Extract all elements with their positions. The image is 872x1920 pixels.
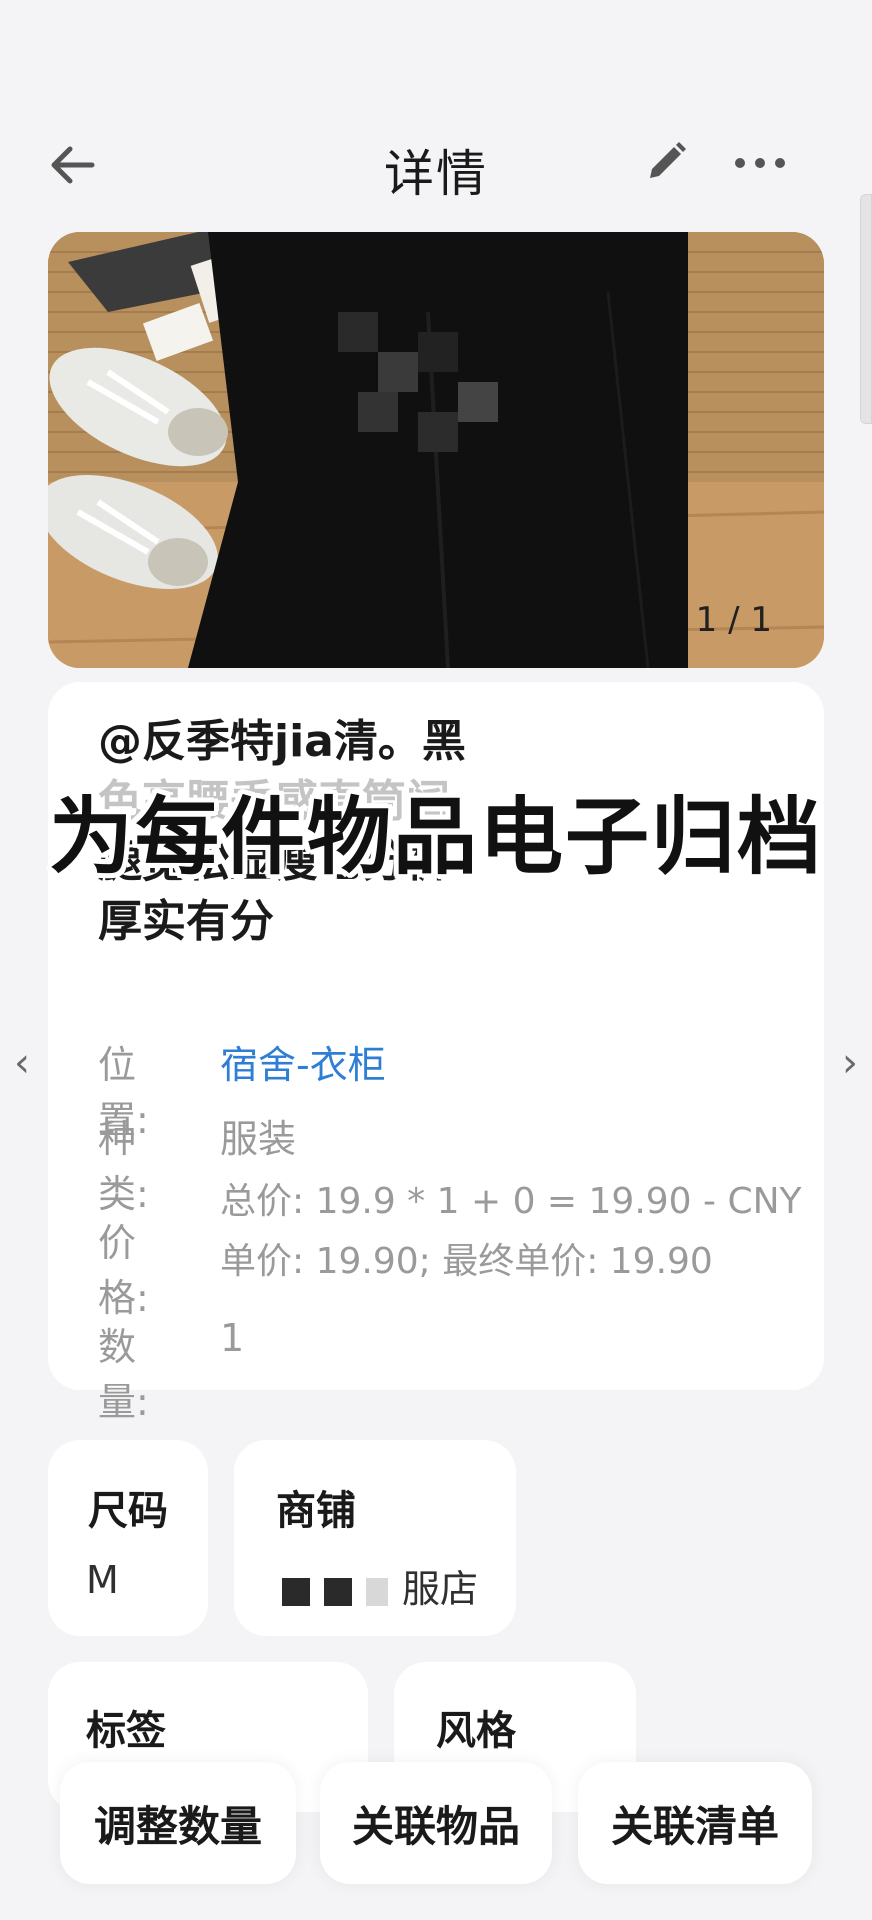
edit-button[interactable] <box>640 138 690 188</box>
size-value: M <box>86 1558 119 1602</box>
shop-label: 商铺 <box>276 1488 356 1534</box>
size-label: 尺码 <box>88 1488 168 1534</box>
side-drawer-handle[interactable] <box>860 194 872 424</box>
size-card[interactable]: 尺码 M <box>48 1440 208 1636</box>
more-options-button[interactable] <box>730 138 790 188</box>
price-total: 总价: 19.9 * 1 + 0 = 19.90 - CNY <box>220 1181 802 1222</box>
adjust-quantity-button[interactable]: 调整数量 <box>60 1762 296 1884</box>
more-dots-icon <box>735 158 785 168</box>
shop-value-text: 服店 <box>402 1567 479 1611</box>
quantity-label: 数量: <box>98 1325 149 1424</box>
item-title-line: @反季特jia清。黑 <box>98 716 466 767</box>
redacted-block <box>366 1577 388 1606</box>
category-label: 种类: <box>98 1117 149 1216</box>
shop-value: 服店 <box>282 1558 478 1613</box>
price-unit: 单价: 19.90; 最终单价: 19.90 <box>220 1241 713 1282</box>
category-value: 服装 <box>220 1117 297 1161</box>
price-label: 价格: <box>98 1221 149 1320</box>
item-title-line: 厚实有分 <box>98 896 274 947</box>
next-item-arrow-icon[interactable]: › <box>842 1040 858 1086</box>
item-detail-page: 详情 1 / 1 @反季特jia清。黑 色高腰垂感直筒阔 腿宽松显瘦七分裤 厚实… <box>0 0 872 1920</box>
location-value-link[interactable]: 宿舍-衣柜 <box>220 1034 386 1089</box>
link-item-button[interactable]: 关联物品 <box>320 1762 552 1884</box>
link-list-button[interactable]: 关联清单 <box>578 1762 812 1884</box>
top-app-bar: 详情 <box>0 120 872 210</box>
redacted-block <box>324 1577 352 1606</box>
tags-label: 标签 <box>86 1708 166 1754</box>
redacted-block <box>282 1577 310 1606</box>
item-photo[interactable]: 1 / 1 <box>48 232 824 668</box>
price-details: 总价: 19.9 * 1 + 0 = 19.90 - CNY 单价: 19.90… <box>220 1172 802 1292</box>
overlay-caption: 为每件物品电子归档 <box>48 788 823 886</box>
photo-counter: 1 / 1 <box>695 600 772 640</box>
shop-card[interactable]: 商铺 服店 <box>234 1440 516 1636</box>
pencil-icon <box>650 142 686 178</box>
style-label: 风格 <box>436 1708 516 1754</box>
prev-item-arrow-icon[interactable]: ‹ <box>14 1040 30 1086</box>
quantity-value: 1 <box>220 1316 245 1360</box>
